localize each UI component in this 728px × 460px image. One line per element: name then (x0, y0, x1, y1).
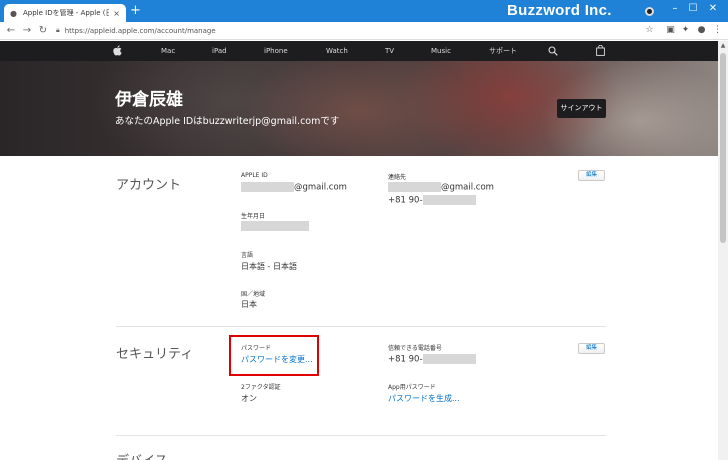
forward-arrow-icon[interactable]: → (21, 24, 33, 37)
two-factor-label: 2ファクタ認証 (241, 384, 281, 391)
trusted-phone-value: +81 90- (388, 354, 476, 365)
devices-section-title: デバイス (116, 450, 168, 460)
reload-icon[interactable]: ↻ (37, 24, 49, 37)
new-tab-button[interactable]: + (130, 4, 141, 18)
nav-item-tv[interactable]: TV (385, 41, 394, 61)
scrollbar-thumb[interactable] (720, 53, 726, 243)
tab-title: Apple IDを管理 - Apple (日本) (23, 9, 110, 17)
address-bar[interactable]: 🔒︎ https://appleid.apple.com/account/man… (56, 23, 656, 38)
profile-indicator-icon[interactable] (645, 7, 654, 16)
nav-item-iphone[interactable]: iPhone (264, 41, 288, 61)
generate-app-password-link[interactable]: パスワードを生成... (388, 393, 460, 404)
redacted-block (241, 221, 309, 231)
security-edit-button[interactable]: 編集 (578, 343, 605, 354)
account-edit-button[interactable]: 編集 (578, 170, 605, 181)
minimize-button[interactable]: – (668, 2, 682, 16)
kebab-menu-icon[interactable]: ⋮ (712, 25, 723, 36)
search-icon[interactable] (548, 46, 558, 56)
nav-item-watch[interactable]: Watch (326, 41, 348, 61)
highlight-box (229, 335, 319, 376)
apple-id-subtitle: あなたのApple IDはbuzzwriterjp@gmail.comです (115, 116, 340, 127)
shopping-bag-icon[interactable] (596, 45, 605, 56)
extension-screen-icon[interactable]: ▣ (665, 25, 676, 36)
puzzle-extensions-icon[interactable]: ✦ (680, 25, 691, 36)
tab-close-icon[interactable]: × (113, 9, 120, 18)
nav-item-mac[interactable]: Mac (161, 41, 175, 61)
section-divider (116, 435, 606, 436)
birthday-value (241, 221, 309, 232)
region-label: 国／地域 (241, 291, 266, 298)
account-avatar-icon[interactable]: ● (696, 25, 707, 36)
two-factor-value: オン (241, 394, 257, 403)
lock-icon: 🔒︎ (56, 26, 60, 34)
apple-id-label: APPLE ID (241, 172, 268, 179)
redacted-block (241, 182, 294, 192)
browser-toolbar: ← → ↻ 🔒︎ https://appleid.apple.com/accou… (0, 22, 728, 40)
nav-item-support[interactable]: サポート (489, 41, 517, 61)
browser-tab[interactable]: ● Apple IDを管理 - Apple (日本) × (4, 4, 126, 22)
language-label: 言語 (241, 252, 254, 259)
contact-email-suffix: @gmail.com (441, 182, 494, 193)
account-section-title: アカウント (116, 178, 182, 193)
app-password-label: App用パスワード (388, 384, 436, 391)
nav-item-ipad[interactable]: iPad (212, 41, 227, 61)
back-arrow-icon[interactable]: ← (5, 24, 17, 37)
account-hero-banner: 伊倉辰雄 あなたのApple IDはbuzzwriterjp@gmail.com… (0, 61, 718, 156)
apple-id-value: @gmail.com (241, 182, 347, 193)
language-value: 日本語 - 日本語 (241, 262, 297, 271)
close-window-button[interactable]: ✕ (706, 2, 720, 16)
region-value: 日本 (241, 300, 257, 309)
apple-favicon-icon: ● (10, 8, 17, 18)
nav-item-music[interactable]: Music (431, 41, 451, 61)
redacted-block (422, 195, 476, 205)
contact-label: 連絡先 (388, 174, 407, 181)
section-divider (116, 326, 606, 327)
user-name-heading: 伊倉辰雄 (115, 90, 183, 110)
redacted-block (388, 182, 441, 192)
maximize-button[interactable]: ☐ (686, 2, 700, 16)
apple-id-email-suffix: @gmail.com (294, 182, 347, 193)
star-bookmark-icon[interactable]: ☆ (644, 25, 655, 36)
contact-phone-prefix: +81 90- (388, 195, 423, 206)
sign-out-button[interactable]: サインアウト (557, 99, 606, 118)
apple-global-nav: Mac iPad iPhone Watch TV Music サポート (0, 41, 718, 61)
trusted-phone-label: 信頼できる電話番号 (388, 345, 442, 352)
page-scrollbar[interactable]: ▲ (718, 41, 728, 460)
trusted-phone-prefix: +81 90- (388, 354, 423, 365)
scroll-up-arrow-icon[interactable]: ▲ (718, 41, 728, 51)
contact-email-value: @gmail.com (388, 182, 494, 193)
url-text: https://appleid.apple.com/account/manage (64, 26, 216, 35)
browser-tab-bar: ● Apple IDを管理 - Apple (日本) × + Buzzword … (0, 0, 728, 22)
redacted-block (422, 354, 476, 364)
birthday-label: 生年月日 (241, 213, 266, 220)
watermark-text: Buzzword Inc. (507, 2, 612, 19)
apple-logo-icon[interactable] (113, 45, 122, 56)
contact-phone-value: +81 90- (388, 195, 476, 206)
security-section-title: セキュリティ (116, 347, 194, 362)
